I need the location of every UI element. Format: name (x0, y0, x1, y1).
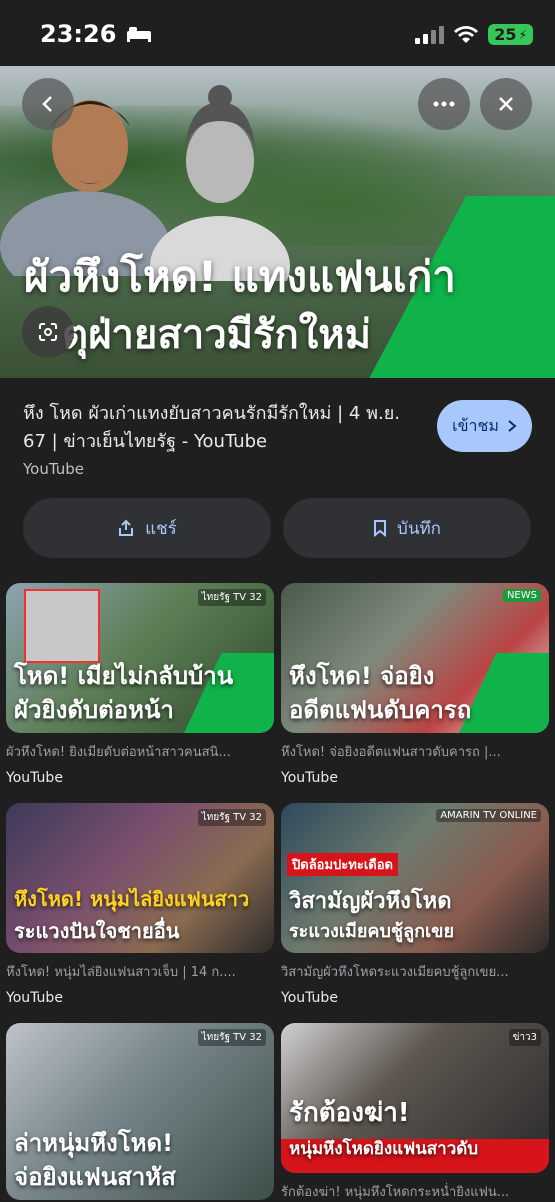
close-button[interactable] (480, 78, 532, 130)
hero-image[interactable]: ผัวหึงโหด! แทงแฟนเก่า ตุฝ่ายสาวมีรักใหม่ (0, 66, 555, 378)
status-time: 23:26 (40, 20, 152, 48)
caption-line: หึงโหด! จ่อยิง (289, 662, 435, 690)
channel-logo: NEWS (502, 589, 541, 602)
related-thumbnail[interactable]: ไทยรัฐ TV 32 ล่าหนุ่มหึงโหด! จ่อยิงแฟนสา… (6, 1023, 274, 1200)
related-source: YouTube (6, 770, 63, 786)
close-icon (499, 97, 513, 111)
status-indicators: 25 ⚡ (415, 24, 533, 45)
wifi-icon (454, 25, 479, 43)
related-title[interactable]: หึงโหด! หนุ่มไล่ยิงแฟนสาวเจ็บ | 14 ก.... (6, 961, 274, 982)
channel-logo: ไทยรัฐ TV 32 (197, 1029, 266, 1046)
battery-icon: 25 ⚡ (488, 24, 533, 45)
related-card[interactable]: ไทยรัฐ TV 32 โหด! เมียไม่กลับบ้าน ผัวยิง… (6, 583, 274, 786)
thumbnail-caption: ล่าหนุ่มหึงโหด! จ่อยิงแฟนสาหัส (14, 1126, 176, 1194)
related-source: YouTube (281, 990, 338, 1006)
result-title[interactable]: หึง โหด ผัวเก่าแทงยับสาวคนรักมีรักใหม่ |… (23, 400, 423, 456)
share-button[interactable]: แชร์ (23, 498, 271, 558)
related-thumbnail[interactable]: AMARIN TV ONLINE ปิดล้อมปะทะเดือด วิสามั… (281, 803, 549, 953)
related-title[interactable]: รักต้องฆ่า! หนุ่มหึงโหดกระหน่ำยิงแฟน... (281, 1181, 549, 1202)
hero-title: ผัวหึงโหด! แทงแฟนเก่า (24, 252, 456, 301)
related-thumbnail[interactable]: ข่าว3 รักต้องฆ่า! หนุ่มหึงโหดยิงแฟนสาวดั… (281, 1023, 549, 1173)
save-label: บันทึก (397, 518, 441, 539)
caption-line: หึงโหด! หนุ่มไล่ยิงแฟนสาว (14, 887, 250, 911)
channel-logo: ไทยรัฐ TV 32 (197, 809, 266, 826)
caption-line: หนุ่มหึงโหดยิงแฟนสาวดับ (289, 1139, 479, 1159)
related-thumbnail[interactable]: NEWS หึงโหด! จ่อยิง อดีตแฟนดับคารถ (281, 583, 549, 733)
related-card[interactable]: NEWS หึงโหด! จ่อยิง อดีตแฟนดับคารถ หึงโห… (281, 583, 549, 786)
thumb-green-stripe (459, 653, 549, 733)
lens-icon (39, 323, 57, 341)
related-card[interactable]: ข่าว3 รักต้องฆ่า! หนุ่มหึงโหดยิงแฟนสาวดั… (281, 1023, 549, 1202)
status-time-text: 23:26 (40, 20, 117, 48)
related-thumbnail[interactable]: ไทยรัฐ TV 32 หึงโหด! หนุ่มไล่ยิงแฟนสาว ร… (6, 803, 274, 953)
caption-line: จ่อยิงแฟนสาหัส (14, 1163, 176, 1191)
related-title[interactable]: หึงโหด! จ่อยิงอดีตแฟนสาวดับคารถ |... (281, 741, 549, 762)
save-button[interactable]: บันทึก (283, 498, 531, 558)
battery-level: 25 (494, 25, 517, 44)
related-source: YouTube (281, 770, 338, 786)
related-card[interactable]: ไทยรัฐ TV 32 หึงโหด! หนุ่มไล่ยิงแฟนสาว ร… (6, 803, 274, 1006)
caption-line: โหด! เมียไม่กลับบ้าน (14, 662, 234, 690)
caption-line: ระแวงเมียคบชู้ลูกเขย (289, 921, 455, 942)
caption-line: ล่าหนุ่มหึงโหด! (14, 1129, 174, 1157)
related-card[interactable]: ไทยรัฐ TV 32 ล่าหนุ่มหึงโหด! จ่อยิงแฟนสา… (6, 1023, 274, 1200)
channel-logo: AMARIN TV ONLINE (436, 809, 541, 822)
mugshot-image (24, 589, 100, 663)
bookmark-icon (374, 520, 387, 537)
lens-button[interactable] (22, 306, 74, 358)
caption-line: ระแวงปันใจชายอื่น (14, 919, 180, 943)
channel-logo: ไทยรัฐ TV 32 (197, 589, 266, 606)
related-card[interactable]: AMARIN TV ONLINE ปิดล้อมปะทะเดือด วิสามั… (281, 803, 549, 1006)
more-button[interactable] (418, 78, 470, 130)
channel-logo: ข่าว3 (508, 1029, 541, 1046)
more-icon (433, 101, 455, 107)
thumbnail-caption: หึงโหด! จ่อยิง อดีตแฟนดับคารถ (289, 659, 471, 727)
caption-line: อดีตแฟนดับคารถ (289, 696, 472, 724)
thumbnail-caption: โหด! เมียไม่กลับบ้าน ผัวยิงดับต่อหน้า (14, 659, 233, 727)
bed-icon (127, 27, 152, 42)
thumbnail-tag: ปิดล้อมปะทะเดือด (287, 853, 398, 876)
back-icon (42, 96, 52, 112)
visit-button[interactable]: เข้าชม (437, 400, 532, 452)
related-source: YouTube (6, 990, 63, 1006)
status-bar: 23:26 25 ⚡ (0, 0, 555, 66)
hero-subtitle: ตุฝ่ายสาวมีรักใหม่ (62, 312, 371, 358)
thumbnail-caption: รักต้องฆ่า! หนุ่มหึงโหดยิงแฟนสาวดับ (289, 1095, 478, 1167)
related-title[interactable]: ผัวหึงโหด! ยิงเมียดับต่อหน้าสาวคนสนิ... (6, 741, 274, 762)
caption-line: รักต้องฆ่า! (289, 1098, 410, 1128)
related-thumbnail[interactable]: ไทยรัฐ TV 32 โหด! เมียไม่กลับบ้าน ผัวยิง… (6, 583, 274, 733)
caption-line: วิสามัญผัวหึงโหด (289, 889, 452, 914)
share-icon (119, 519, 134, 536)
back-button[interactable] (22, 78, 74, 130)
signal-icon (415, 25, 445, 44)
thumbnail-caption: หึงโหด! หนุ่มไล่ยิงแฟนสาว ระแวงปันใจชายอ… (14, 883, 249, 947)
share-label: แชร์ (145, 518, 177, 539)
chevron-right-icon (508, 420, 517, 432)
result-source: YouTube (23, 460, 84, 478)
related-title[interactable]: วิสามัญผัวหึงโหดระแวงเมียคบชู้ลูกเขย... (281, 961, 549, 982)
caption-line: ผัวยิงดับต่อหน้า (14, 696, 174, 724)
visit-label: เข้าชม (452, 415, 499, 435)
thumbnail-caption: วิสามัญผัวหึงโหด ระแวงเมียคบชู้ลูกเขย (289, 887, 454, 947)
